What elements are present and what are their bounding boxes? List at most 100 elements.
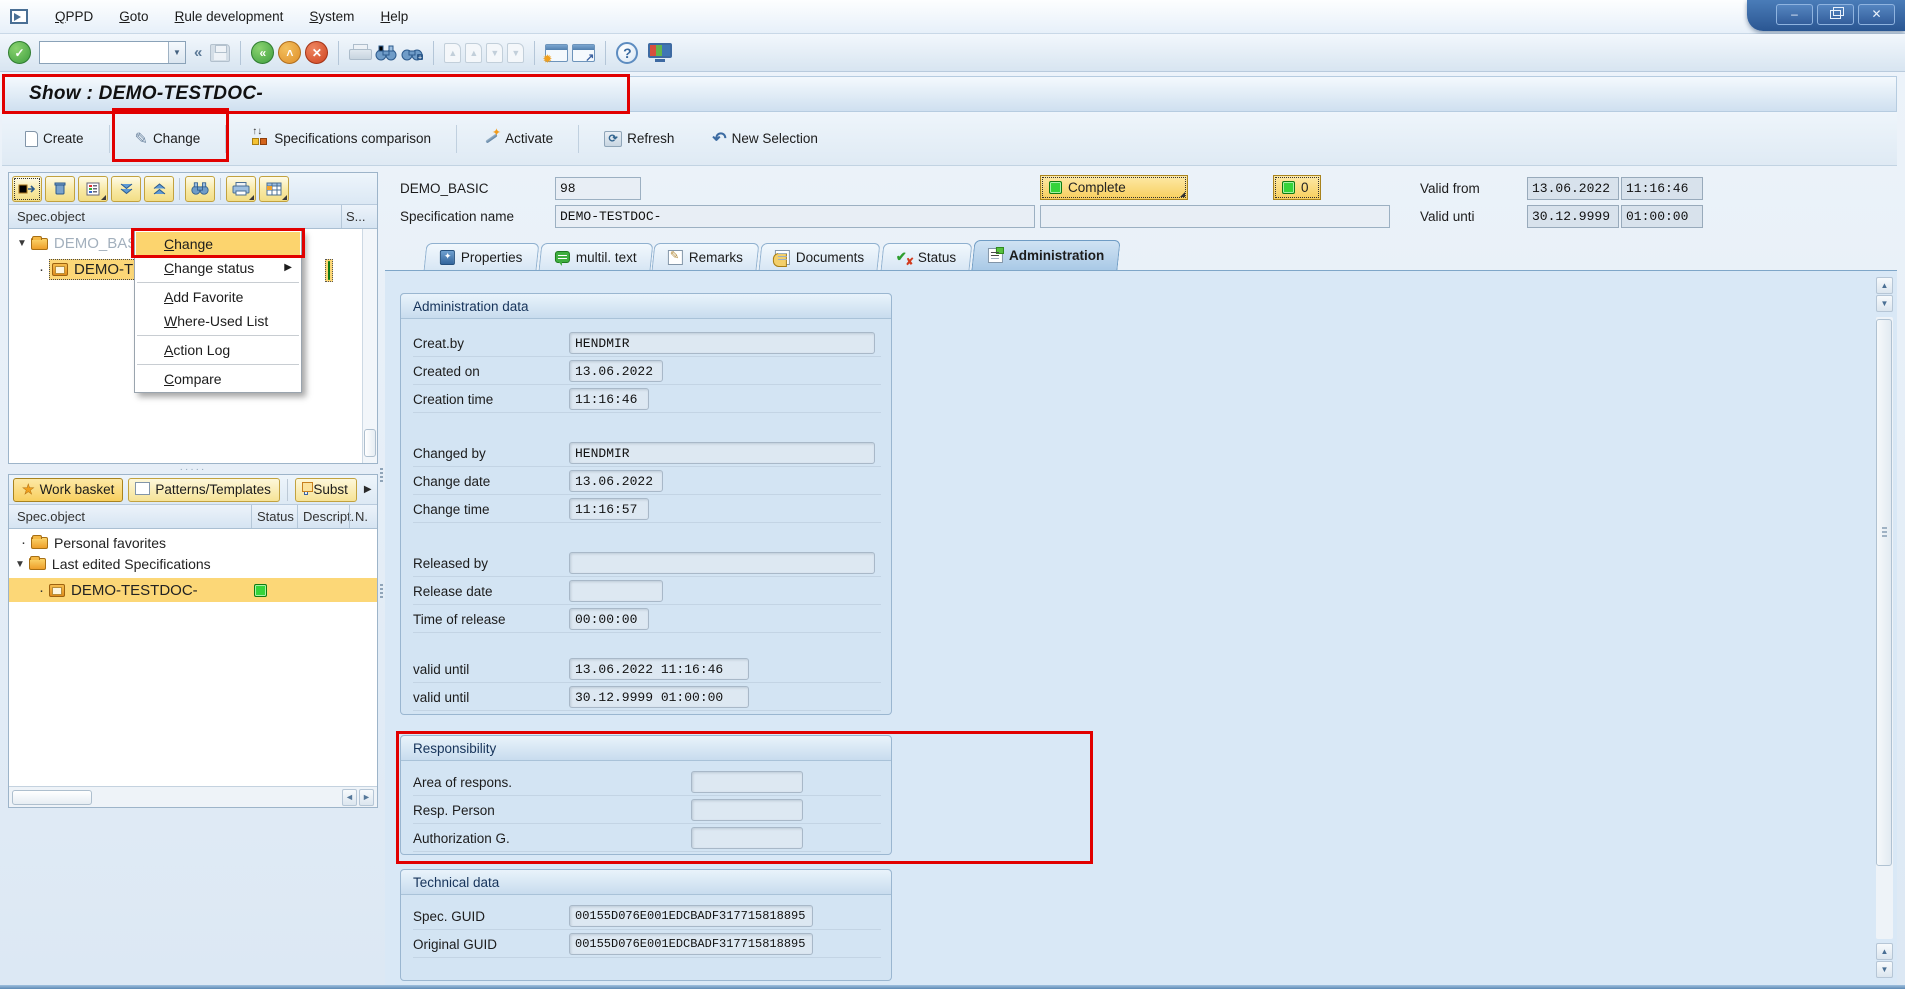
context-menu-item-compare[interactable]: Compare [136,367,300,391]
context-menu-item-add-favorite[interactable]: Add Favorite [136,285,300,309]
transfer-button[interactable] [12,176,42,202]
spec-description-field[interactable] [1040,205,1390,228]
expand-arrow-icon[interactable]: ▼ [15,559,25,570]
table-view-button[interactable] [259,176,289,202]
change-button[interactable]: ✎ Change [124,123,212,155]
display-options-button[interactable] [78,176,108,202]
expand-arrow-icon[interactable]: ▼ [17,238,27,249]
menu-item-system[interactable]: System [296,5,367,28]
new-session-icon[interactable]: ✹ [545,44,568,62]
print-tree-button[interactable] [226,176,256,202]
scroll-right-button[interactable]: ► [359,789,374,806]
spec-guid-field[interactable]: 00155D076E001EDCBADF317715818895 [569,905,813,927]
status-column-header[interactable]: S... [341,205,377,228]
sap-system-icon[interactable] [10,9,28,24]
created-on-field[interactable]: 13.06.2022 [569,360,663,382]
refresh-button[interactable]: ⟳ Refresh [593,125,685,153]
spec-type-key-field[interactable]: 98 [555,177,641,200]
tab-status[interactable]: Status [880,243,972,270]
valid-until-date-field[interactable]: 30.12.9999 [1527,205,1619,228]
time-of-release-field[interactable]: 00:00:00 [569,608,649,630]
back-button[interactable]: « [251,41,274,64]
change-time-field[interactable]: 11:16:57 [569,498,649,520]
find-icon[interactable] [375,44,397,62]
menu-item-help[interactable]: Help [367,5,421,28]
status-count-button[interactable]: 0 [1273,175,1321,200]
context-menu-item-where-used-list[interactable]: Where-Used List [136,309,300,333]
create-button[interactable]: Create [14,125,95,153]
n-column-header[interactable]: N. [349,505,377,528]
find-next-icon[interactable]: + [401,44,423,62]
scroll-up-button-bottom[interactable]: ▲ [1876,943,1893,960]
context-menu-item-action-log[interactable]: Action Log [136,338,300,362]
status-indicator-focus[interactable] [325,259,333,282]
horizontal-splitter[interactable]: ····· [8,464,378,474]
command-dropdown-icon[interactable]: ▼ [168,42,185,63]
valid-from-date-field[interactable]: 13.06.2022 [1527,177,1619,200]
enter-button[interactable]: ✓ [8,41,31,64]
original-guid-field[interactable]: 00155D076E001EDCBADF317715818895 [569,933,813,955]
valid-until-2-field[interactable]: 30.12.9999 01:00:00 [569,686,749,708]
print-icon[interactable] [349,44,371,62]
tab-patterns-templates[interactable]: Patterns/Templates [128,478,280,502]
context-menu-item-change-status[interactable]: Change status [136,256,300,280]
create-shortcut-icon[interactable]: ↗ [572,44,595,62]
minimize-button[interactable]: – [1776,4,1813,25]
tab-work-basket[interactable]: ★ Work basket [13,478,123,502]
tab-subst[interactable]: Subst [295,478,357,502]
released-by-field[interactable] [569,552,875,574]
tab-properties[interactable]: Properties [424,243,539,270]
close-button[interactable]: ✕ [1858,4,1895,25]
menu-item-goto[interactable]: Goto [106,5,161,28]
save-icon[interactable] [210,44,230,62]
delete-button[interactable] [45,176,75,202]
valid-until-time-field[interactable]: 01:00:00 [1621,205,1703,228]
area-of-responsibility-field[interactable] [691,771,803,793]
valid-until-1-field[interactable]: 13.06.2022 11:16:46 [569,658,749,680]
tree-node-last-edited[interactable]: ▼ Last edited Specifications [9,556,377,572]
vertical-splitter[interactable] [378,172,385,808]
scrollbar-thumb[interactable] [12,790,92,805]
restore-button[interactable] [1817,4,1854,25]
responsible-person-field[interactable] [691,799,803,821]
status-dropdown-button[interactable]: Complete [1040,175,1188,200]
exit-button[interactable]: ˄ [278,41,301,64]
command-input[interactable] [40,42,168,63]
scrollbar-thumb[interactable] [1876,319,1892,866]
help-icon[interactable]: ? [616,42,638,64]
scroll-left-button[interactable]: ◄ [342,789,357,806]
collapse-all-button[interactable] [144,176,174,202]
created-by-field[interactable]: HENDMIR [569,332,875,354]
status-column-header[interactable]: Status [251,505,297,528]
menu-item-qppd[interactable]: QPPD [42,5,106,28]
tree-node-demo-testdoc-basket[interactable]: · DEMO-TESTDOC- [9,578,377,602]
scroll-down-button[interactable]: ▼ [1876,295,1893,312]
new-selection-button[interactable]: ↶ New Selection [701,125,829,152]
creation-time-field[interactable]: 11:16:46 [569,388,649,410]
tab-multil-text[interactable]: multil. text [538,243,653,270]
tree-node-demo-basic[interactable]: ▼ DEMO_BASIC [17,235,152,252]
find-in-tree-button[interactable] [185,176,215,202]
spec-name-field[interactable]: DEMO-TESTDOC- [555,205,1035,228]
gui-settings-icon[interactable] [648,43,672,62]
activate-button[interactable]: Activate [471,124,564,154]
expand-all-button[interactable] [111,176,141,202]
tab-documents[interactable]: Documents [759,243,881,270]
changed-by-field[interactable]: HENDMIR [569,442,875,464]
specifications-comparison-button[interactable]: ↑↓ Specifications comparison [240,124,442,154]
spec-object-column-header[interactable]: Spec.object [9,209,341,224]
scroll-up-button[interactable]: ▲ [1876,277,1893,294]
context-menu-item-change[interactable]: Change [136,232,300,256]
collapse-toolbar-icon[interactable]: « [190,44,206,61]
authorization-group-field[interactable] [691,827,803,849]
tab-administration[interactable]: Administration [971,240,1120,270]
menu-item-rule-development[interactable]: Rule development [162,5,297,28]
scrollbar-track[interactable] [1876,317,1893,939]
spec-object-column-header[interactable]: Spec.object [9,509,251,524]
release-date-field[interactable] [569,580,663,602]
change-date-field[interactable]: 13.06.2022 [569,470,663,492]
tree-node-personal-favorites[interactable]: · Personal favorites [9,534,377,551]
valid-from-time-field[interactable]: 11:16:46 [1621,177,1703,200]
scroll-down-button-bottom[interactable]: ▼ [1876,961,1893,978]
descript-column-header[interactable]: Descript. [297,505,349,528]
